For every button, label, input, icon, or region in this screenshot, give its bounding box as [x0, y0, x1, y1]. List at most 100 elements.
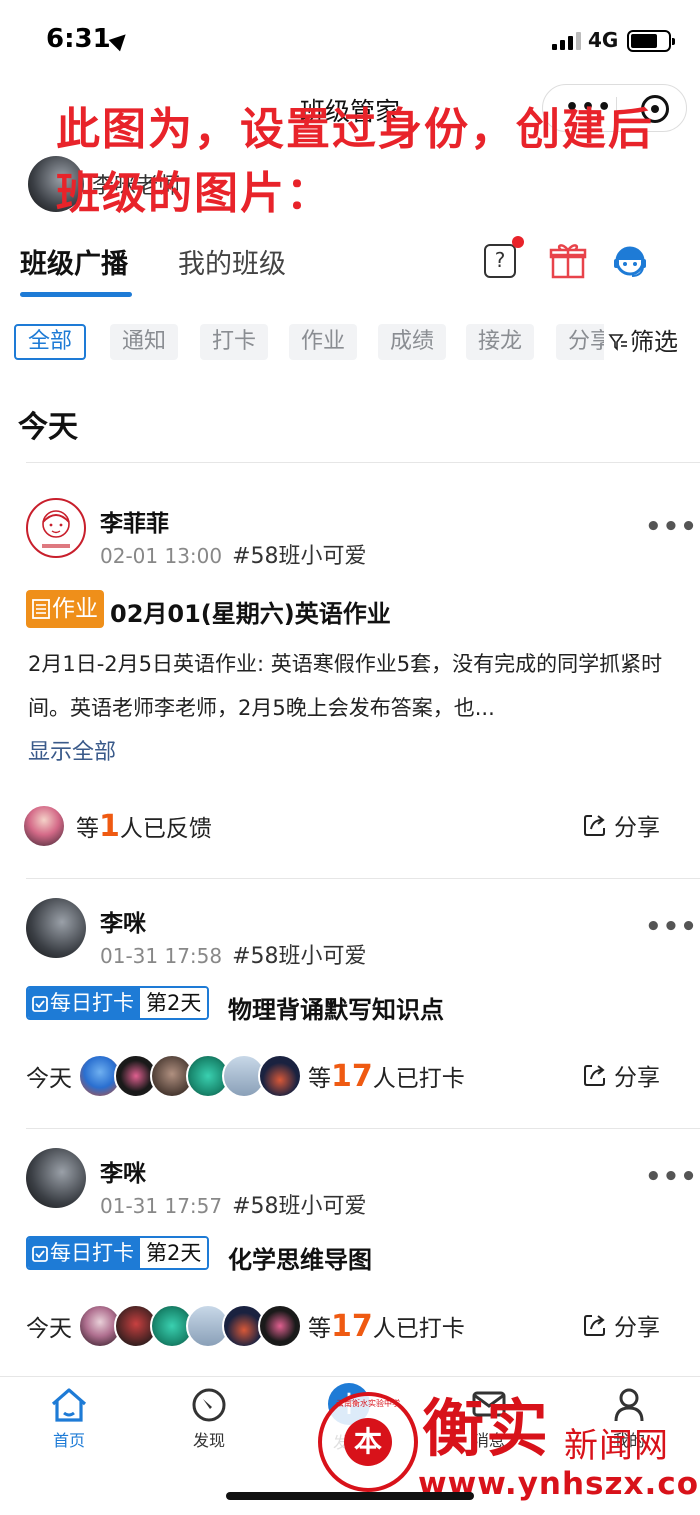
tabs: 班级广播 我的班级 ? [0, 236, 700, 302]
filter-icon [608, 334, 627, 351]
active-tab-indicator [20, 292, 132, 297]
battery-icon [627, 30, 675, 52]
post-time: 01-31 17:58 [100, 944, 223, 968]
school-seal-logo: 云南衡水实验中学 本 [318, 1392, 418, 1492]
checkin-count: 17 [331, 1058, 373, 1094]
share-button[interactable]: 分享 [582, 808, 660, 842]
chip-relay[interactable]: 接龙 [466, 324, 535, 360]
help-icon[interactable]: ? [480, 236, 524, 280]
today-label: 今天 [26, 1316, 72, 1342]
checkin-row[interactable]: 今天 等 17 人已打卡 [26, 1304, 465, 1348]
location-arrow-icon [108, 28, 132, 52]
feedback-suffix: 人已反馈 [119, 816, 212, 842]
checkin-suffix: 人已打卡 [372, 1066, 465, 1092]
filter-button[interactable]: 筛选 [604, 324, 678, 360]
checkin-suffix: 人已打卡 [372, 1316, 465, 1342]
seal-text: 云南衡水实验中学 [336, 1399, 400, 1408]
chip-homework[interactable]: 作业 [289, 324, 358, 360]
post-meta: 01-31 17:58 #58班小可爱 [100, 938, 367, 970]
home-indicator [226, 1492, 474, 1500]
checkin-tag: 每日打卡 第2天 [26, 1236, 210, 1270]
divider [26, 878, 700, 879]
avatar [258, 1304, 302, 1348]
more-options-icon[interactable]: ••• [645, 512, 698, 542]
share-icon [584, 1315, 605, 1336]
tab-home[interactable]: 首页 [29, 1387, 109, 1451]
tab-home-label: 首页 [52, 1431, 85, 1450]
post-title[interactable]: 化学思维导图 [228, 1240, 372, 1275]
avatar-stack [78, 1304, 302, 1348]
homework-tag-label: 作业 [52, 596, 98, 622]
status-bar: 6:31 4G [0, 0, 700, 80]
avatar[interactable] [26, 898, 86, 958]
post-class[interactable]: #58班小可爱 [232, 1194, 366, 1219]
post-class[interactable]: #58班小可爱 [232, 944, 366, 969]
home-icon [51, 1388, 87, 1422]
watermark-subtitle: 新闻网 [564, 1426, 669, 1466]
filter-label: 筛选 [630, 328, 678, 356]
chip-grades[interactable]: 成绩 [378, 324, 447, 360]
share-label: 分享 [614, 815, 660, 841]
post-author: 李菲菲 [100, 511, 169, 537]
seal-center: 本 [344, 1418, 392, 1466]
share-icon [584, 815, 605, 836]
feedback-count: 1 [99, 808, 120, 844]
post-meta: 02-01 13:00 #58班小可爱 [100, 538, 367, 570]
checkbox-icon [32, 996, 48, 1012]
avatar[interactable] [26, 1148, 86, 1208]
avatar[interactable] [26, 498, 86, 558]
annotation-overlay-text: 此图为，设置过身份，创建后班级的图片： [56, 104, 654, 219]
post-time: 02-01 13:00 [100, 544, 223, 568]
notification-dot [512, 236, 524, 248]
chip-all[interactable]: 全部 [14, 324, 87, 360]
watermark-brand: 衡实 [422, 1392, 551, 1465]
chip-notice[interactable]: 通知 [110, 324, 179, 360]
avatar [258, 1054, 302, 1098]
share-button[interactable]: 分享 [582, 1058, 660, 1092]
signal-strength-icon [552, 30, 581, 50]
more-options-icon[interactable]: ••• [645, 912, 698, 942]
checkin-tag-label: 每日打卡 [50, 1241, 134, 1265]
checkbox-icon [32, 1246, 48, 1262]
checkin-prefix: 等 [308, 1066, 331, 1092]
chip-checkin[interactable]: 打卡 [200, 324, 269, 360]
share-button[interactable]: 分享 [582, 1308, 660, 1342]
avatar-stack [78, 1054, 302, 1098]
compass-icon [192, 1388, 226, 1422]
checkin-tag: 每日打卡 第2天 [26, 986, 210, 1020]
checkin-tag-label: 每日打卡 [50, 991, 134, 1015]
show-all-link[interactable]: 显示全部 [28, 734, 116, 766]
today-label: 今天 [26, 1066, 72, 1092]
share-label: 分享 [614, 1315, 660, 1341]
gift-icon[interactable] [548, 240, 588, 280]
checkin-prefix: 等 [308, 1316, 331, 1342]
document-icon [32, 599, 50, 619]
post-body[interactable]: 2月1日-2月5日英语作业: 英语寒假作业5套，没有完成的同学抓紧时间。英语老师… [28, 642, 668, 730]
tab-discover-label: 发现 [192, 1431, 225, 1450]
section-title: 今天 [18, 410, 78, 445]
feedback-row[interactable]: 等 1 人已反馈 [22, 804, 212, 848]
divider [26, 1128, 700, 1129]
checkin-day: 第2天 [140, 1238, 208, 1268]
tab-discover[interactable]: 发现 [169, 1387, 249, 1451]
tab-my-classes[interactable]: 我的班级 [178, 242, 286, 281]
divider [26, 462, 700, 463]
filter-chips: 全部 通知 打卡 作业 成绩 接龙 分享 筛选 [0, 318, 700, 368]
checkin-day: 第2天 [140, 988, 208, 1018]
network-type: 4G [588, 28, 619, 52]
share-label: 分享 [614, 1065, 660, 1091]
avatar [22, 804, 66, 848]
post-author: 李咪 [100, 911, 146, 937]
checkin-row[interactable]: 今天 等 17 人已打卡 [26, 1054, 465, 1098]
post-title[interactable]: 物理背诵默写知识点 [228, 990, 444, 1025]
status-time: 6:31 [46, 24, 111, 54]
post-class[interactable]: #58班小可爱 [232, 544, 366, 569]
checkin-count: 17 [331, 1308, 373, 1344]
post-title[interactable]: 02月01(星期六)英语作业 [110, 594, 391, 629]
tab-class-broadcast[interactable]: 班级广播 [20, 242, 128, 281]
post-time: 01-31 17:57 [100, 1194, 223, 1218]
post-author: 李咪 [100, 1161, 146, 1187]
more-options-icon[interactable]: ••• [645, 1162, 698, 1192]
homework-tag: 作业 [26, 590, 104, 628]
customer-service-icon[interactable] [610, 240, 650, 280]
